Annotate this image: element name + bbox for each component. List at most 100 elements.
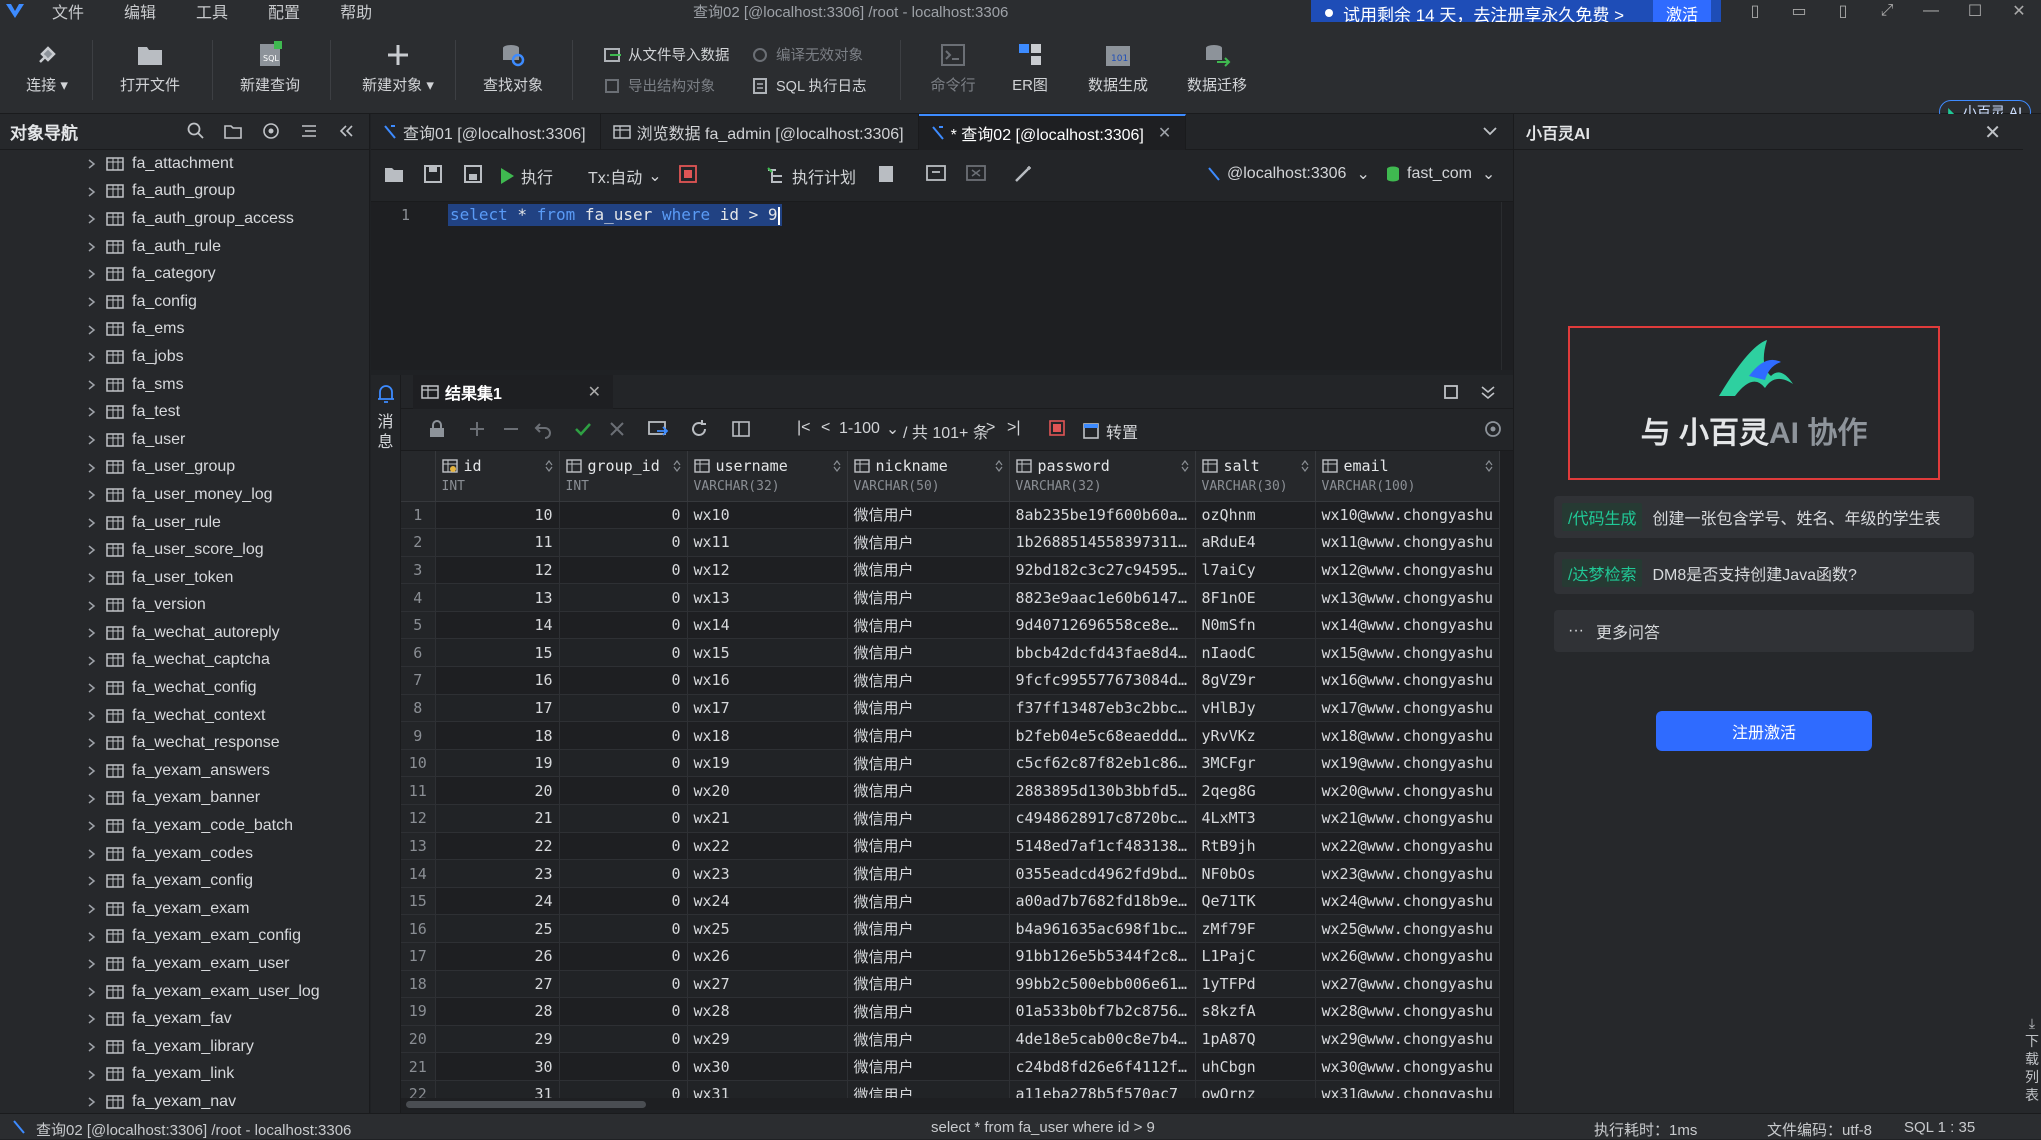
cell-password[interactable]: 91bb126e5b5344f2c8…	[1009, 942, 1196, 971]
table-row[interactable]: 15 24 0 wx24 微信用户 a00ad7b7682fd18b9e… Qe71TK wx…	[401, 887, 1501, 916]
cell-group_id[interactable]: 0	[559, 694, 688, 723]
cell-id[interactable]: 21	[435, 804, 560, 833]
chevron-right-icon[interactable]	[88, 490, 96, 500]
menu-help[interactable]: 帮助	[340, 0, 372, 23]
chevron-right-icon[interactable]	[88, 214, 96, 224]
cell-salt[interactable]: 8F1nOE	[1195, 583, 1316, 612]
nav-table-item[interactable]: fa_yexam_config	[0, 867, 370, 895]
transaction-mode-select[interactable]: Tx:自动 ⌄	[588, 164, 662, 188]
cell-id[interactable]: 16	[435, 666, 560, 695]
cell-username[interactable]: wx17	[687, 694, 848, 723]
chevron-right-icon[interactable]	[88, 600, 96, 611]
download-list-side-tab[interactable]: ⤓ 下载列表	[2023, 114, 2041, 1113]
maximize-button[interactable]: ☐	[1953, 0, 1997, 22]
hide-panel-icon[interactable]	[337, 122, 355, 140]
filter-icon[interactable]	[261, 122, 281, 140]
suggestion-dm-search[interactable]: /达梦检索 DM8是否支持创建Java函数?	[1554, 552, 1974, 594]
table-row[interactable]: 11 20 0 wx20 微信用户 2883895d130b3bbfd5… 2qeg8G wx…	[401, 776, 1501, 806]
find-object-button[interactable]: 查找对象	[478, 36, 548, 95]
database-select[interactable]: fast_com ⌄	[1385, 164, 1495, 184]
cell-nickname[interactable]: 微信用户	[847, 638, 1010, 668]
column-header-email[interactable]: email VARCHAR(100)	[1315, 451, 1501, 502]
comment-button[interactable]	[965, 164, 987, 184]
cell-password[interactable]: c4948628917c8720bc…	[1009, 804, 1196, 833]
data-generation-button[interactable]: 101 数据生成	[1083, 36, 1153, 95]
table-row[interactable]: 2 11 0 wx11 微信用户 1b2688514558397311… aRduE4 wx1…	[401, 528, 1501, 557]
chevron-right-icon[interactable]	[88, 1042, 96, 1052]
cell-salt[interactable]: 4LxMT3	[1195, 804, 1316, 833]
tab-query01[interactable]: 查询01 [@localhost:3306]	[371, 114, 601, 150]
table-row[interactable]: 7 16 0 wx16 微信用户 9fcfc995577673084d… 8gVZ9r wx1…	[401, 666, 1501, 695]
cell-id[interactable]: 29	[435, 1025, 560, 1054]
explain-plan-button[interactable]: 执行计划	[766, 164, 856, 188]
table-row[interactable]: 19 28 0 wx28 微信用户 01a533b0bf7b2c8756… s8kzfA wx…	[401, 997, 1501, 1026]
cell-email[interactable]: wx30@www.chongyashu	[1315, 1052, 1501, 1081]
nav-table-item[interactable]: fa_auth_rule	[0, 233, 370, 261]
sort-icon[interactable]	[1181, 460, 1189, 472]
cell-username[interactable]: wx25	[687, 914, 848, 943]
add-row-icon[interactable]	[467, 419, 487, 439]
tab-result-set-1[interactable]: 结果集1 ✕	[413, 375, 613, 409]
cell-password[interactable]: 1b2688514558397311…	[1009, 528, 1196, 557]
column-header-id[interactable]: id INT	[435, 451, 560, 502]
cell-salt[interactable]: 1yTFPd	[1195, 970, 1316, 999]
chevron-right-icon[interactable]	[88, 738, 96, 749]
cell-username[interactable]: wx26	[687, 942, 848, 971]
cell-username[interactable]: wx27	[687, 970, 848, 999]
cell-email[interactable]: wx17@www.chongyashu	[1315, 694, 1501, 723]
nav-table-item[interactable]: fa_wechat_captcha	[0, 647, 370, 675]
cell-email[interactable]: wx19@www.chongyashu	[1315, 749, 1501, 778]
cell-email[interactable]: wx16@www.chongyashu	[1315, 666, 1501, 695]
cell-nickname[interactable]: 微信用户	[847, 970, 1010, 999]
cell-salt[interactable]: vHlBJy	[1195, 694, 1316, 723]
nav-table-item[interactable]: fa_wechat_response	[0, 729, 370, 757]
nav-table-item[interactable]: fa_yexam_link	[0, 1061, 370, 1089]
cell-username[interactable]: wx24	[687, 887, 848, 916]
cell-salt[interactable]: yRvVKz	[1195, 721, 1316, 750]
collapse-all-icon[interactable]	[299, 122, 319, 140]
cell-nickname[interactable]: 微信用户	[847, 942, 1010, 971]
cell-username[interactable]: wx10	[687, 501, 848, 530]
cell-id[interactable]: 11	[435, 528, 560, 557]
chevron-right-icon[interactable]	[88, 435, 96, 445]
cell-nickname[interactable]: 微信用户	[847, 832, 1010, 861]
cell-username[interactable]: wx14	[687, 611, 848, 640]
table-row[interactable]: 16 25 0 wx25 微信用户 b4a961635ac698f1bc… zMf79F wx…	[401, 914, 1501, 943]
cell-username[interactable]: wx28	[687, 997, 848, 1026]
sort-icon[interactable]	[1301, 460, 1309, 472]
cell-username[interactable]: wx21	[687, 804, 848, 833]
search-icon[interactable]	[187, 122, 205, 140]
nav-table-item[interactable]: fa_attachment	[0, 150, 370, 178]
cell-group_id[interactable]: 0	[559, 804, 688, 833]
sql-editor[interactable]: 1 select * from fa_user where id > 9	[371, 202, 1513, 370]
cell-username[interactable]: wx19	[687, 749, 848, 778]
collapse-result-icon[interactable]	[1479, 383, 1497, 401]
chevron-right-icon[interactable]	[88, 959, 96, 969]
cell-salt[interactable]: 1pA87Q	[1195, 1025, 1316, 1054]
table-row[interactable]: 17 26 0 wx26 微信用户 91bb126e5b5344f2c8… L1PajC wx…	[401, 942, 1501, 971]
messages-side-tab[interactable]: 消息	[371, 375, 401, 1113]
cell-group_id[interactable]: 0	[559, 556, 688, 585]
cell-group_id[interactable]: 0	[559, 1025, 688, 1054]
chevron-right-icon[interactable]	[88, 683, 96, 693]
cell-group_id[interactable]: 0	[559, 776, 688, 806]
import-data-button[interactable]: 从文件导入数据	[604, 44, 730, 65]
cell-nickname[interactable]: 微信用户	[847, 749, 1010, 778]
cell-group_id[interactable]: 0	[559, 721, 688, 750]
tab-query02[interactable]: * 查询02 [@localhost:3306] ✕	[918, 114, 1187, 150]
cell-email[interactable]: wx14@www.chongyashu	[1315, 611, 1501, 640]
cell-email[interactable]: wx23@www.chongyashu	[1315, 859, 1501, 888]
cell-password[interactable]: 92bd182c3c27c94595…	[1009, 556, 1196, 585]
sort-icon[interactable]	[673, 460, 681, 472]
cell-email[interactable]: wx29@www.chongyashu	[1315, 1025, 1501, 1054]
cell-salt[interactable]: aRduE4	[1195, 528, 1316, 557]
cell-id[interactable]: 13	[435, 583, 560, 612]
chevron-right-icon[interactable]	[88, 1070, 96, 1080]
cell-id[interactable]: 23	[435, 859, 560, 888]
nav-table-item[interactable]: fa_yexam_nav	[0, 1088, 370, 1116]
stop-button[interactable]	[678, 164, 698, 184]
cell-group_id[interactable]: 0	[559, 970, 688, 999]
table-row[interactable]: 18 27 0 wx27 微信用户 99bb2c500ebb006e61… 1yTFPd wx…	[401, 970, 1501, 999]
cell-nickname[interactable]: 微信用户	[847, 1052, 1010, 1081]
cell-password[interactable]: c24bd8fd26e6f4112f…	[1009, 1052, 1196, 1081]
